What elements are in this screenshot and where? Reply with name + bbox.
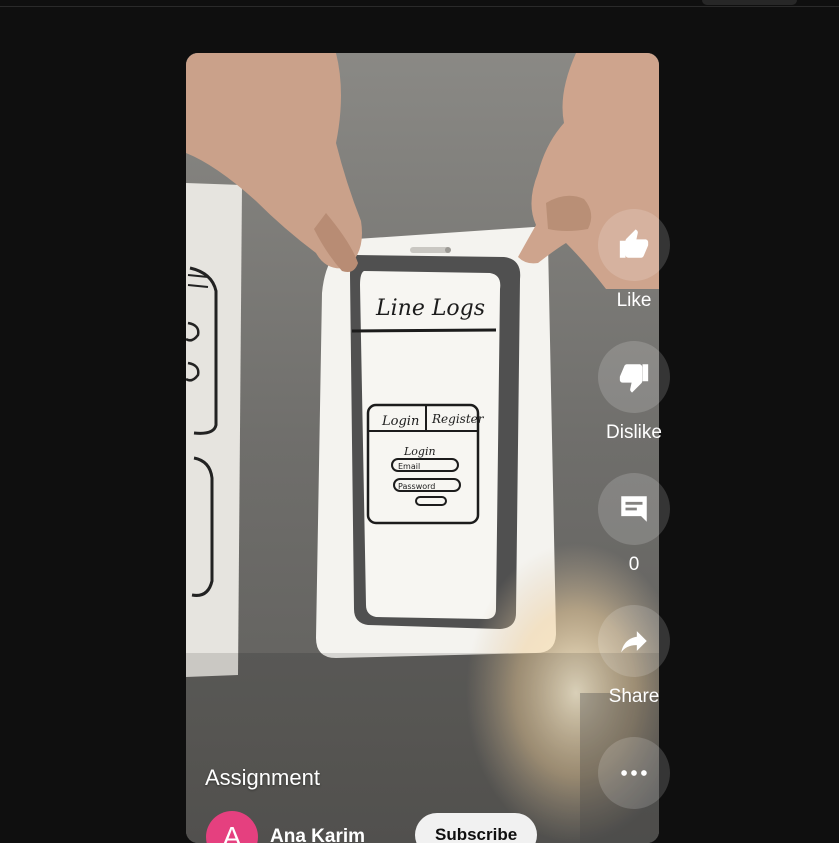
svg-text:Login: Login <box>381 414 419 429</box>
svg-text:Line Logs: Line Logs <box>375 296 485 321</box>
more-icon <box>621 770 647 776</box>
left-paper-sheet <box>186 183 242 677</box>
svg-text:Register: Register <box>431 412 485 426</box>
share-button[interactable] <box>598 605 670 677</box>
comments-count: 0 <box>628 554 640 575</box>
channel-avatar-initial: A <box>222 821 242 843</box>
comments-button[interactable] <box>598 473 670 545</box>
like-label: Like <box>616 290 652 311</box>
dislike-button[interactable] <box>598 341 670 413</box>
channel-name[interactable]: Ana Karim <box>270 826 365 843</box>
thumbs-up-icon <box>619 229 649 258</box>
svg-text:Login: Login <box>403 445 436 458</box>
short-title[interactable]: Assignment <box>205 765 320 791</box>
dislike-label: Dislike <box>606 422 662 443</box>
like-button[interactable] <box>598 209 670 281</box>
comment-icon <box>621 496 647 522</box>
svg-text:Email: Email <box>398 462 420 471</box>
thumbs-down-icon <box>619 364 649 393</box>
svg-text:Password: Password <box>398 482 435 491</box>
more-actions-button[interactable] <box>598 737 670 809</box>
top-bar-tab <box>702 0 797 5</box>
short-video-card[interactable]: Line Logs Login Register Login Email Pas… <box>186 53 659 843</box>
video-frame[interactable]: Line Logs Login Register Login Email Pas… <box>186 53 659 843</box>
share-label: Share <box>608 686 660 707</box>
share-icon <box>621 631 647 653</box>
subscribe-button[interactable]: Subscribe <box>415 813 538 843</box>
